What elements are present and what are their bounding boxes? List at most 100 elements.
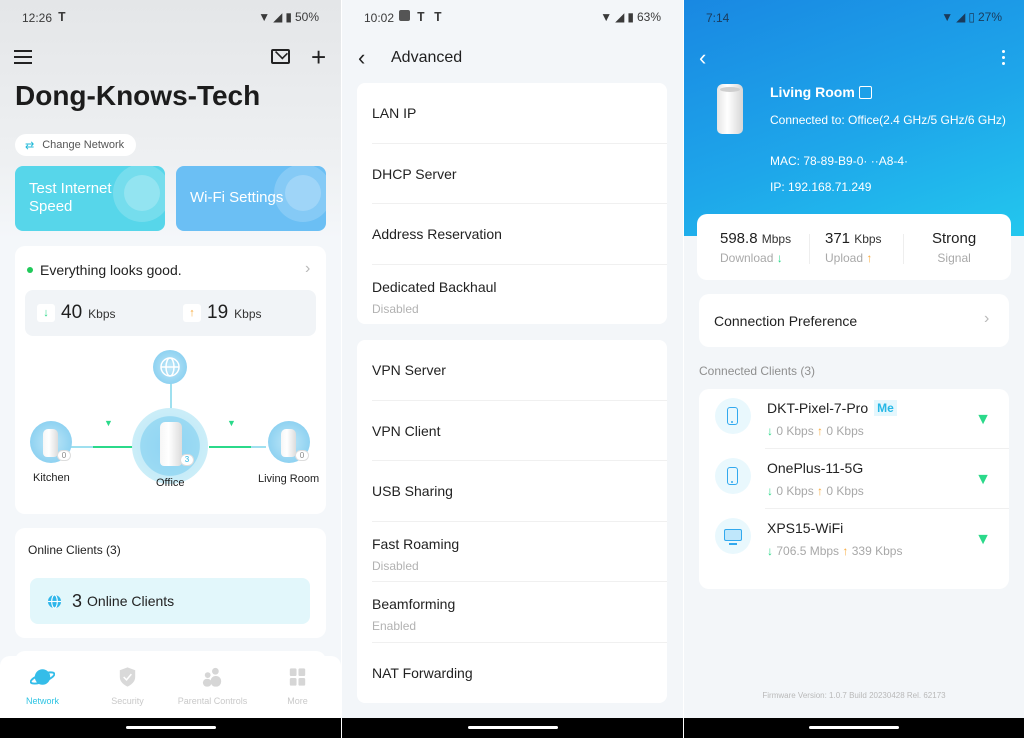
internet-globe-icon[interactable] [153,350,187,384]
wifi-settings-tile[interactable]: Wi-Fi Settings [176,166,326,231]
router-image [717,84,743,134]
topology-node-living-room[interactable]: 0 [268,421,310,463]
wifi-status-icon: ▼ [258,10,271,24]
device-detail-screen: 7:14 ▼ ◢ ▯ 27% ‹ Living Room Connected t… [684,0,1024,738]
planet-icon [30,669,55,685]
back-button[interactable]: ‹ [358,47,365,69]
settings-item-dedicated-backhaul[interactable]: Dedicated Backhaul Disabled [372,265,667,326]
divider [809,234,810,264]
node-label: Office [156,477,185,489]
battery-icon: ▮ [627,10,634,24]
settings-item-nat-forwarding[interactable]: NAT Forwarding [372,643,667,704]
system-nav-bar [684,718,1024,738]
settings-item-address-reservation[interactable]: Address Reservation [372,204,667,265]
tesla-icon: 𝐓 [58,10,66,24]
computer-icon [724,529,742,545]
page-title: Advanced [391,49,463,66]
back-button[interactable]: ‹ [699,47,706,69]
living-link-active [209,446,251,448]
connected-clients-list: DKT-Pixel-7-Pro Me ↓ 0 Kbps ↑ 0 Kbps ▼ On… [699,389,1009,589]
stat-signal: Strong Signal [932,230,977,265]
settings-item-fast-roaming[interactable]: Fast Roaming Disabled [372,522,667,582]
settings-item-vpn-client[interactable]: VPN Client [372,401,667,461]
connection-preference-row[interactable]: Connection Preference › [699,294,1009,347]
battery-level: 63% [636,10,661,24]
client-row[interactable]: XPS15-WiFi ↓ 706.5 Mbps ↑ 339 Kbps ▼ [699,509,1009,569]
node-label: Kitchen [33,472,70,484]
menu-icon[interactable] [14,50,32,64]
topology-node-office[interactable]: 3 [132,408,208,484]
change-network-button[interactable]: ⇄ Change Network [15,134,137,156]
battery-level: 27% [977,10,1002,24]
status-time: 12:26 [22,11,53,25]
network-status-card[interactable]: Everything looks good. › ↓ 40 Kbps ↑ 19 … [15,246,326,514]
swap-icon: ⇄ [25,139,35,152]
family-icon [202,667,222,687]
signal-icon: ◢ [956,10,966,24]
settings-item-usb-sharing[interactable]: USB Sharing [372,461,667,522]
settings-item-dhcp-server[interactable]: DHCP Server [372,144,667,204]
status-bar: 7:14 ▼ ◢ ▯ 27% [684,0,1024,34]
home-gesture-handle[interactable] [467,726,558,729]
topology-node-kitchen[interactable]: 0 [30,421,72,463]
me-badge: Me [874,400,897,416]
phone-icon [727,467,738,485]
client-row[interactable]: DKT-Pixel-7-Pro Me ↓ 0 Kbps ↑ 0 Kbps ▼ [699,389,1009,449]
ip-address: IP: 192.168.71.249 [770,180,872,194]
tesla-icon: 𝐓 [434,10,442,24]
online-clients-count: 3 [72,590,83,611]
phone-icon [727,407,738,425]
tab-more[interactable]: More [255,656,340,718]
home-gesture-handle[interactable] [125,726,216,729]
chevron-right-icon[interactable]: › [305,260,310,278]
node-label: Living Room [258,473,320,485]
settings-item-lan-ip[interactable]: LAN IP [372,83,667,144]
signal-icon: ◢ [273,10,283,24]
advanced-settings-screen: 10:02 𝐓 𝐓 ▼ ◢ ▮ 63% ‹ Advanced LAN IP DH… [342,0,683,738]
tab-security[interactable]: Security [85,656,170,718]
mail-icon[interactable] [271,49,290,64]
grid-icon [289,668,306,686]
wifi-icon [274,166,326,222]
chevron-right-icon: › [984,310,990,327]
speed-summary: ↓ 40 Kbps ↑ 19 Kbps [25,290,316,336]
signal-icon: ◢ [615,10,625,24]
router-icon [43,429,58,457]
battery-icon: ▮ [285,10,292,24]
status-message: Everything looks good. [40,262,182,278]
tile-label-line1: Test Internet [29,180,112,197]
change-network-label: Change Network [42,139,125,151]
add-icon[interactable]: + [311,44,326,70]
bottom-tab-bar: Network Security Parental Controls More [0,656,341,718]
stat-download: 598.8 Mbps Download ↓ [720,230,792,265]
settings-group-network: LAN IP DHCP Server Address Reservation D… [357,83,667,324]
kitchen-link-active [93,446,135,448]
more-options-icon[interactable] [1002,50,1006,68]
upload-arrow-icon: ↑ [183,304,201,322]
settings-group-features: VPN Server VPN Client USB Sharing Fast R… [357,340,667,703]
test-internet-speed-tile[interactable]: Test Internet Speed [15,166,165,231]
online-clients-button[interactable]: 3 Online Clients [30,578,310,624]
home-gesture-handle[interactable] [809,726,899,729]
shield-icon [119,667,136,687]
battery-level: 50% [294,10,319,24]
online-clients-label: Online Clients [87,593,175,609]
wifi-signal-icon: ▼ [975,531,991,548]
download-speed: ↓ 40 Kbps [37,302,116,324]
network-name: Dong-Knows-Tech [15,80,261,111]
tesla-icon: 𝐓 [417,10,425,24]
stat-upload: 371 Kbps Upload ↑ [825,230,882,265]
tab-network[interactable]: Network [0,656,85,718]
device-name: Living Room [770,84,855,100]
tile-label: Wi-Fi Settings [190,189,284,206]
wifi-signal-icon: ▼ [104,418,113,428]
settings-item-beamforming[interactable]: Beamforming Enabled [372,582,667,643]
tab-parental-controls[interactable]: Parental Controls [170,656,255,718]
status-dot-icon [27,267,33,273]
network-home-screen: 12:26 𝐓 ▼ ◢ ▮ 50% + Dong-Knows-Tech ⇄ Ch… [0,0,341,738]
client-row[interactable]: OnePlus-11-5G ↓ 0 Kbps ↑ 0 Kbps ▼ [699,449,1009,509]
connected-clients-heading: Connected Clients (3) [699,364,816,378]
edit-icon[interactable] [858,85,872,99]
download-arrow-icon: ↓ [37,304,55,322]
settings-item-vpn-server[interactable]: VPN Server [372,340,667,401]
